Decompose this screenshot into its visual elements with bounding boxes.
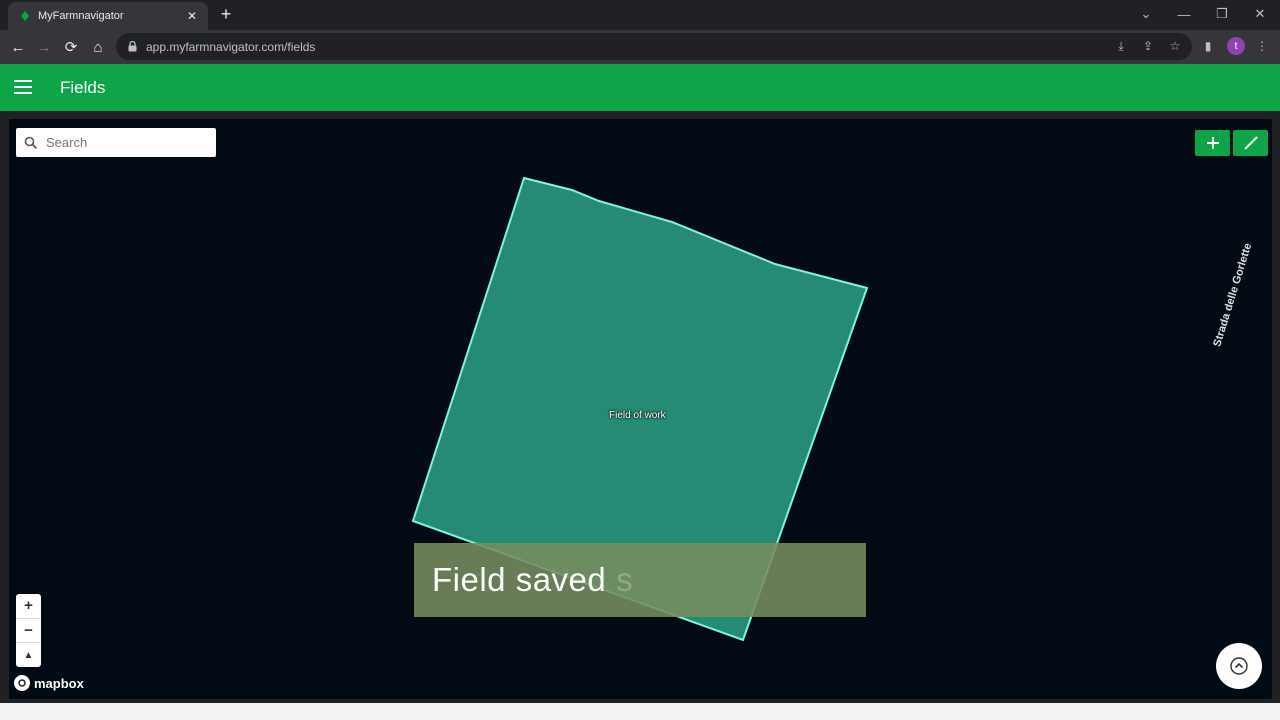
reload-button[interactable]: ⟳ <box>59 35 83 59</box>
install-app-icon[interactable]: ⤓ <box>1112 37 1130 55</box>
browser-toolbar: ← → ⟳ ⌂ app.myfarmnavigator.com/fields ⤓… <box>0 30 1280 63</box>
toast-notification: Field saved s <box>414 543 866 617</box>
mapbox-attribution[interactable]: mapbox <box>14 675 84 691</box>
browser-tab-bar: MyFarmnavigator ✕ + ⌄ — ❐ ✕ <box>0 0 1280 30</box>
menu-icon[interactable] <box>14 80 32 94</box>
toast-message: Field saved <box>432 561 607 598</box>
mapbox-logo-icon <box>14 675 30 691</box>
side-panel-icon[interactable]: ▮ <box>1199 37 1217 55</box>
address-bar[interactable]: app.myfarmnavigator.com/fields <box>116 33 1192 60</box>
map-canvas[interactable]: Field of work Strada delle Gorlette Fiel… <box>9 119 1272 699</box>
restore-icon[interactable]: ❐ <box>1204 0 1240 28</box>
share-icon[interactable]: ⇪ <box>1139 37 1157 55</box>
zoom-control: + − ▲ <box>16 594 41 667</box>
home-button[interactable]: ⌂ <box>86 35 110 59</box>
lock-icon <box>126 41 138 53</box>
page-title: Fields <box>60 78 106 97</box>
chevron-up-icon <box>1230 657 1248 675</box>
tab-title: MyFarmnavigator <box>38 10 124 22</box>
url-text: app.myfarmnavigator.com/fields <box>146 39 316 54</box>
favicon-icon <box>18 9 32 23</box>
page-bottom-strip <box>0 703 1280 720</box>
tab-close-icon[interactable]: ✕ <box>184 9 200 23</box>
bookmark-star-icon[interactable]: ☆ <box>1166 37 1184 55</box>
mapbox-text: mapbox <box>34 675 84 691</box>
search-input[interactable] <box>46 135 206 150</box>
app-header: Fields <box>0 63 1280 111</box>
back-button[interactable]: ← <box>6 35 30 59</box>
pencil-icon <box>1243 136 1258 150</box>
profile-avatar[interactable]: t <box>1227 37 1245 55</box>
close-window-icon[interactable]: ✕ <box>1242 0 1278 28</box>
compass-button[interactable]: ▲ <box>16 643 41 667</box>
search-icon <box>24 136 38 150</box>
toast-fading-text: s <box>616 561 634 598</box>
plus-icon <box>1206 137 1219 149</box>
scroll-up-button[interactable] <box>1216 643 1262 689</box>
new-tab-button[interactable]: + <box>216 4 236 24</box>
add-field-button[interactable] <box>1195 130 1230 156</box>
browser-tab[interactable]: MyFarmnavigator ✕ <box>8 2 208 30</box>
zoom-in-button[interactable]: + <box>16 594 41 619</box>
more-menu-icon[interactable]: ⋮ <box>1253 37 1271 55</box>
draw-field-button[interactable] <box>1233 130 1268 156</box>
map-search[interactable] <box>16 128 216 157</box>
field-name-label: Field of work <box>609 410 666 421</box>
forward-button[interactable]: → <box>32 35 56 59</box>
minimize-icon[interactable]: — <box>1166 0 1202 28</box>
zoom-out-button[interactable]: − <box>16 619 41 644</box>
tab-search-icon[interactable]: ⌄ <box>1128 0 1164 28</box>
